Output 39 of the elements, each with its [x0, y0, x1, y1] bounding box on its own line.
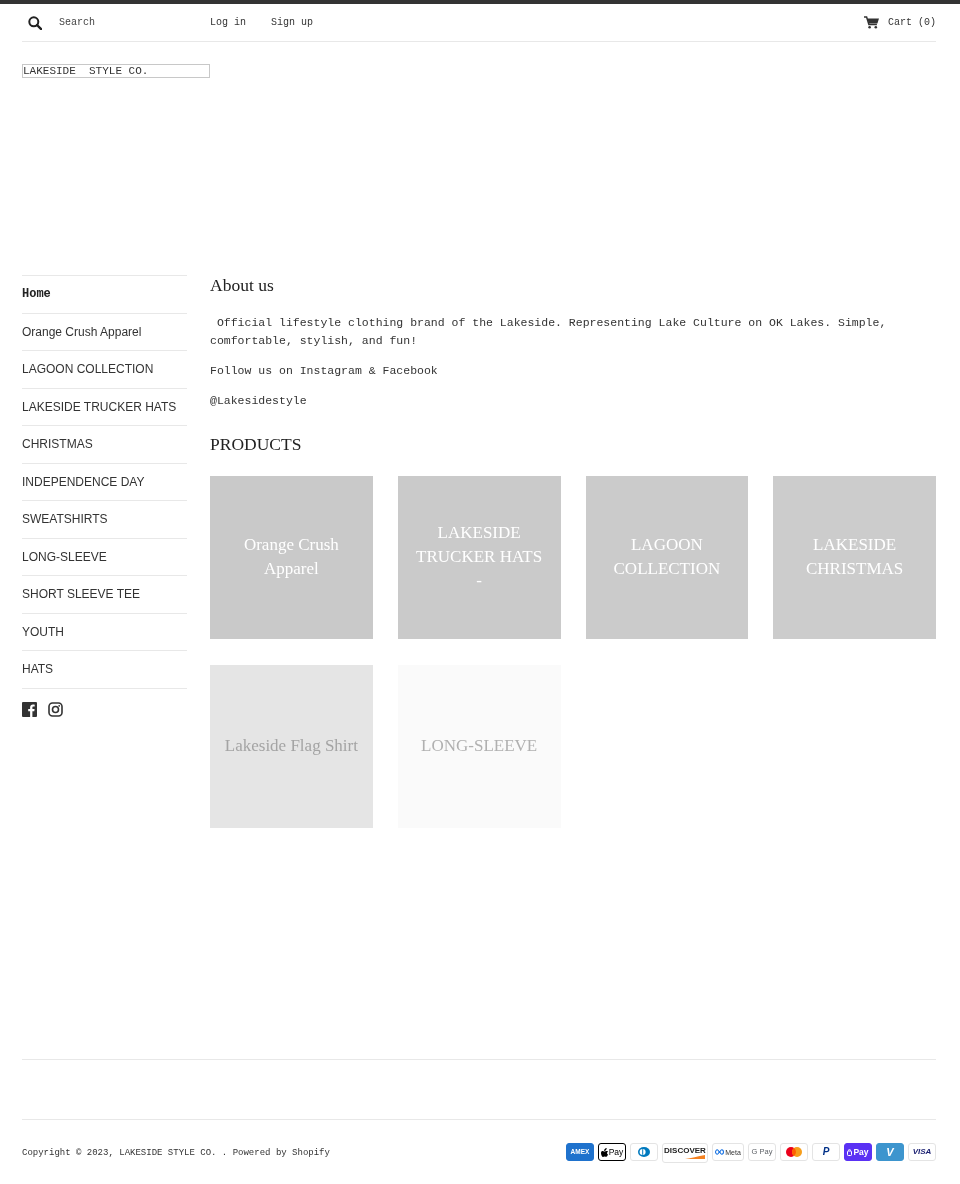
cart-link[interactable]: Cart (0)	[888, 15, 936, 30]
sidebar-link[interactable]: Home	[22, 275, 187, 313]
sidebar-link[interactable]: Orange Crush Apparel	[22, 312, 187, 350]
brand-text: Pay	[853, 1147, 869, 1157]
search-icon[interactable]	[28, 15, 42, 30]
store-logo[interactable]: LAKESIDE STYLE CO.	[22, 64, 210, 78]
header-link[interactable]: Sign up	[271, 15, 314, 30]
about-paragraph: @Lakesidestyle	[210, 393, 308, 409]
brand-text: P	[822, 1147, 830, 1157]
sidebar-link[interactable]: LAKESIDE TRUCKER HATS	[22, 387, 187, 425]
section-heading: PRODUCTS	[210, 434, 303, 454]
about-paragraph: Follow us on Instagram & Facebook	[210, 363, 439, 379]
facebook-icon[interactable]	[22, 701, 37, 717]
sidebar-link[interactable]: HATS	[22, 650, 187, 688]
header-link[interactable]: Log in	[210, 15, 246, 30]
split-circle-icon	[638, 1147, 650, 1157]
cart-icon[interactable]	[864, 16, 879, 29]
search-field[interactable]: Search	[59, 14, 179, 31]
store-link[interactable]: LAKESIDE STYLE CO.	[119, 1148, 217, 1158]
bag-icon	[847, 1148, 853, 1156]
section-heading: About us	[210, 275, 275, 295]
instagram-icon[interactable]	[48, 701, 63, 717]
brand-text: VISA	[912, 1148, 932, 1156]
swoosh-icon	[685, 1155, 705, 1159]
overlapping-circles-icon	[786, 1147, 802, 1157]
sidebar-link[interactable]: SWEATSHIRTS	[22, 500, 187, 538]
infinity-icon	[715, 1149, 725, 1155]
copyright-text: Copyright © 2023, LAKESIDE STYLE CO. . Powered by Shopify	[22, 1147, 330, 1159]
sidebar-link[interactable]: CHRISTMAS	[22, 425, 187, 463]
sidebar-link[interactable]: YOUTH	[22, 612, 187, 650]
sidebar-link[interactable]: LAGOON COLLECTION	[22, 350, 187, 388]
about-paragraph: Official lifestyle clothing brand of the Lakeside. Representing Lake Culture on OK Lakes. Simple, comfortable, stylish, and fun!	[210, 315, 888, 349]
sidebar-link[interactable]: LONG-SLEEVE	[22, 537, 187, 575]
shopify-link[interactable]: Powered by Shopify	[232, 1148, 330, 1158]
brand-text: V	[886, 1146, 894, 1158]
brand-text: Pay	[608, 1147, 624, 1157]
sidebar-link[interactable]: INDEPENDENCE DAY	[22, 462, 187, 500]
sidebar-link[interactable]: SHORT SLEEVE TEE	[22, 575, 187, 613]
brand-text: DISCOVER	[664, 1147, 706, 1155]
